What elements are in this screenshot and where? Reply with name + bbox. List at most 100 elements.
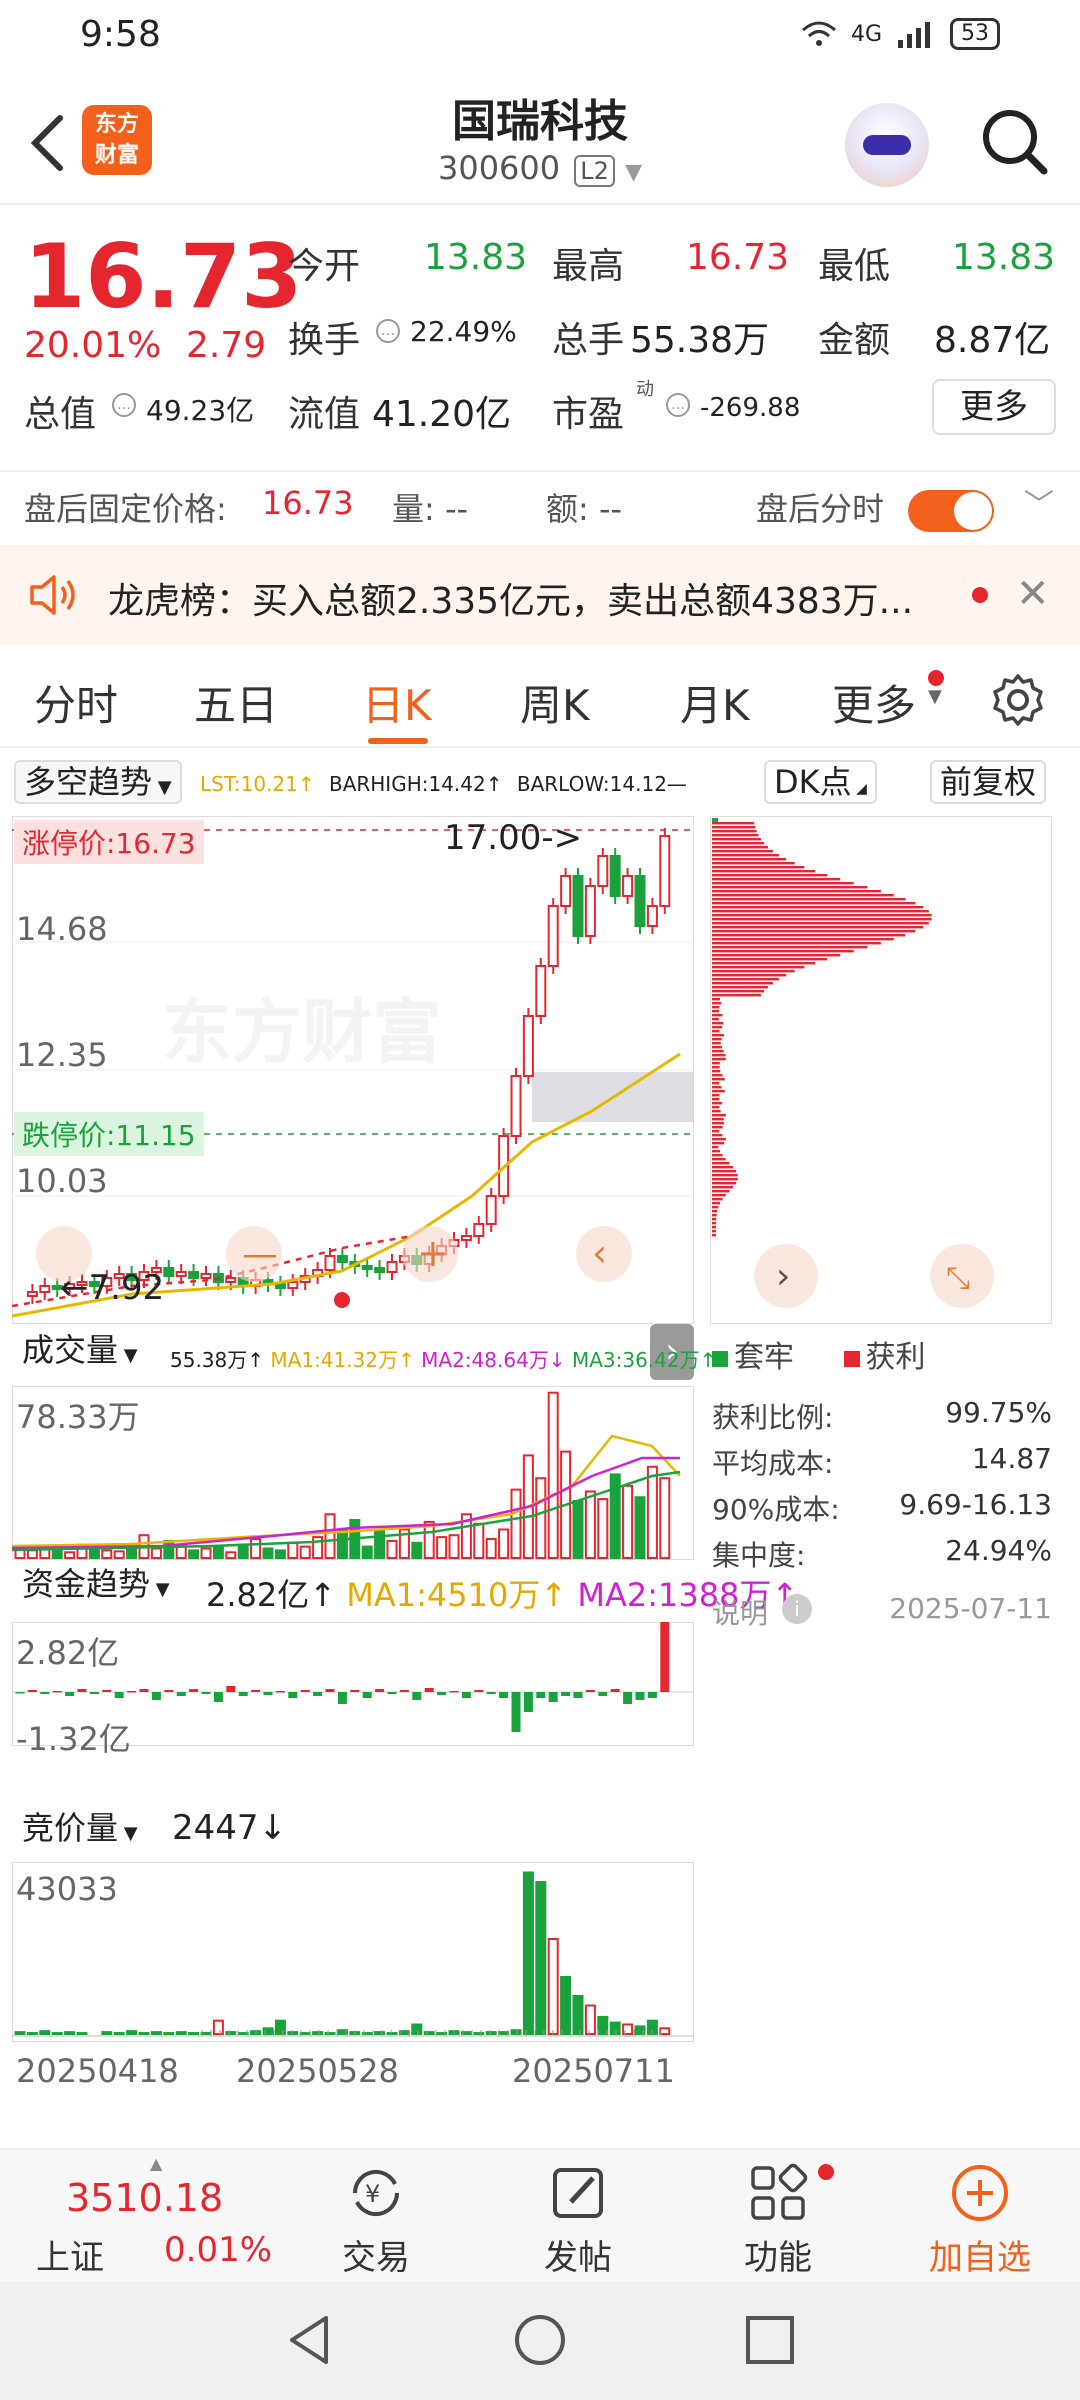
chip-legend: 套牢 获利: [712, 1332, 926, 1376]
candle-body: [226, 1278, 235, 1282]
amount-value: 8.87亿: [934, 311, 1050, 363]
candle-body: [611, 856, 620, 896]
auction-indicator-select[interactable]: 竞价量 ▼: [14, 1808, 146, 1852]
tab-weekly-k[interactable]: 周K: [520, 672, 590, 733]
svg-text:¥: ¥: [365, 2180, 380, 2208]
banner-text: 龙虎榜：买入总额2.335亿元，卖出总额4383万...: [108, 572, 958, 624]
volume-bar: [623, 1486, 632, 1558]
nav-trade[interactable]: ¥ 交易: [296, 2158, 456, 2279]
tab-monthly-k[interactable]: 月K: [680, 672, 750, 733]
trade-icon: ¥: [345, 2162, 407, 2224]
fund-bar: [499, 1692, 508, 1698]
after-hours-toggle[interactable]: [908, 490, 994, 532]
fund-bar: [326, 1689, 335, 1692]
chip-bar: [712, 842, 764, 844]
chip-bar: [712, 990, 764, 992]
candle-body: [574, 876, 583, 936]
tab-five-day[interactable]: 五日: [194, 672, 278, 733]
svg-text:⤡: ⤡: [946, 1261, 970, 1296]
chip-note-row[interactable]: 说明 i 2025-07-11: [712, 1592, 1052, 1632]
system-home-icon[interactable]: [512, 2312, 568, 2368]
volume-bar: [487, 1539, 496, 1558]
chip-bar: [712, 858, 786, 860]
dragon-tiger-banner[interactable]: 龙虎榜：买入总额2.335亿元，卖出总额4383万... ✕: [0, 545, 1080, 645]
nav-functions[interactable]: 功能: [698, 2158, 858, 2279]
main-indicator-select[interactable]: 多空趋势 ▼: [14, 760, 182, 804]
fund-bar: [636, 1692, 645, 1700]
auction-bar: [288, 2032, 297, 2034]
fund-bar: [598, 1692, 607, 1696]
volume-bar: [90, 1549, 99, 1559]
chip-bar: [712, 1002, 721, 1004]
fund-bar: [536, 1692, 545, 1698]
fund-bar: [177, 1692, 186, 1696]
chip-bar: [712, 882, 854, 884]
chip-bar: [712, 1122, 724, 1124]
chip-bar: [712, 1058, 726, 1060]
info-icon[interactable]: …: [666, 393, 690, 417]
info-icon[interactable]: …: [112, 393, 136, 417]
chip-bar: [712, 1134, 722, 1136]
close-icon[interactable]: ✕: [1016, 571, 1050, 617]
nav-functions-label: 功能: [698, 2230, 858, 2279]
volume-indicator-select[interactable]: 成交量 ▼: [14, 1330, 146, 1374]
y-axis-label: 14.68: [16, 910, 108, 948]
last-price: 16.73: [24, 225, 302, 328]
nav-add-watchlist[interactable]: 加自选: [900, 2158, 1060, 2279]
nav-trade-label: 交易: [296, 2230, 456, 2279]
y-axis-label: 10.03: [16, 1162, 108, 1200]
system-recents-icon[interactable]: [742, 2312, 798, 2368]
chevron-down-icon[interactable]: ﹀: [1024, 480, 1054, 524]
fund-bar: [65, 1692, 74, 1696]
fund-bar: [251, 1690, 260, 1692]
chip-distribution-chart[interactable]: › ⤡: [710, 816, 1052, 1324]
auction-bar: [425, 2032, 434, 2034]
volume-bar: [598, 1499, 607, 1558]
fund-bar: [623, 1692, 632, 1704]
volume-value: 55.38万: [630, 311, 769, 363]
dk-point-button[interactable]: DK点 ◢: [764, 760, 877, 804]
chip-bar: [712, 822, 754, 824]
chip-bar: [712, 914, 932, 916]
market-cap-label: 总值: [24, 385, 96, 437]
more-quote-button[interactable]: 更多: [932, 379, 1056, 435]
fund-bar: [152, 1692, 161, 1700]
fund-bar: [115, 1692, 124, 1698]
candle-body: [276, 1284, 285, 1288]
after-hours-amount: 额: --: [546, 484, 622, 530]
nav-post[interactable]: 发帖: [498, 2158, 658, 2279]
candlestick-chart[interactable]: 东方财富 — + ‹: [12, 816, 694, 1324]
fund-indicator-select[interactable]: 资金趋势 ▼: [14, 1564, 178, 1608]
tab-daily-k[interactable]: 日K: [362, 672, 432, 733]
settings-gear-icon[interactable]: [990, 672, 1046, 728]
chip-bar: [712, 918, 932, 920]
fund-bar: [189, 1689, 198, 1692]
index-ticker[interactable]: ▲ 3510.18 上证 0.01%: [20, 2150, 290, 2284]
volume-bar: [251, 1539, 260, 1558]
volume-bar: [226, 1552, 235, 1558]
stock-header: 东方 财富 国瑞科技 300600 L2 ▼: [0, 75, 1080, 205]
chip-bar: [712, 850, 773, 852]
adjust-price-button[interactable]: 前复权: [930, 760, 1046, 804]
candle-body: [512, 1076, 521, 1136]
after-hours-toggle-label: 盘后分时: [756, 484, 884, 530]
auction-bar: [598, 2017, 607, 2034]
float-cap-value: 41.20亿: [372, 385, 511, 437]
fund-bar: [53, 1691, 62, 1693]
tab-intraday[interactable]: 分时: [34, 672, 118, 733]
chip-bar: [712, 1026, 722, 1028]
assistant-robot-icon[interactable]: [845, 103, 929, 187]
turnover-value: 22.49%: [410, 315, 517, 348]
auction-bar: [202, 2033, 211, 2034]
chip-bar: [712, 1150, 720, 1152]
chip-bar: [712, 1090, 725, 1092]
search-icon[interactable]: [978, 105, 1050, 177]
chip-bar: [712, 942, 881, 944]
system-back-icon[interactable]: [282, 2312, 338, 2368]
volume-bar: [65, 1552, 74, 1558]
low-label: 最低: [818, 237, 890, 289]
tab-more[interactable]: 更多: [832, 672, 916, 733]
fund-bar: [164, 1690, 173, 1692]
info-icon[interactable]: …: [376, 319, 400, 343]
auction-bar: [487, 2032, 496, 2034]
